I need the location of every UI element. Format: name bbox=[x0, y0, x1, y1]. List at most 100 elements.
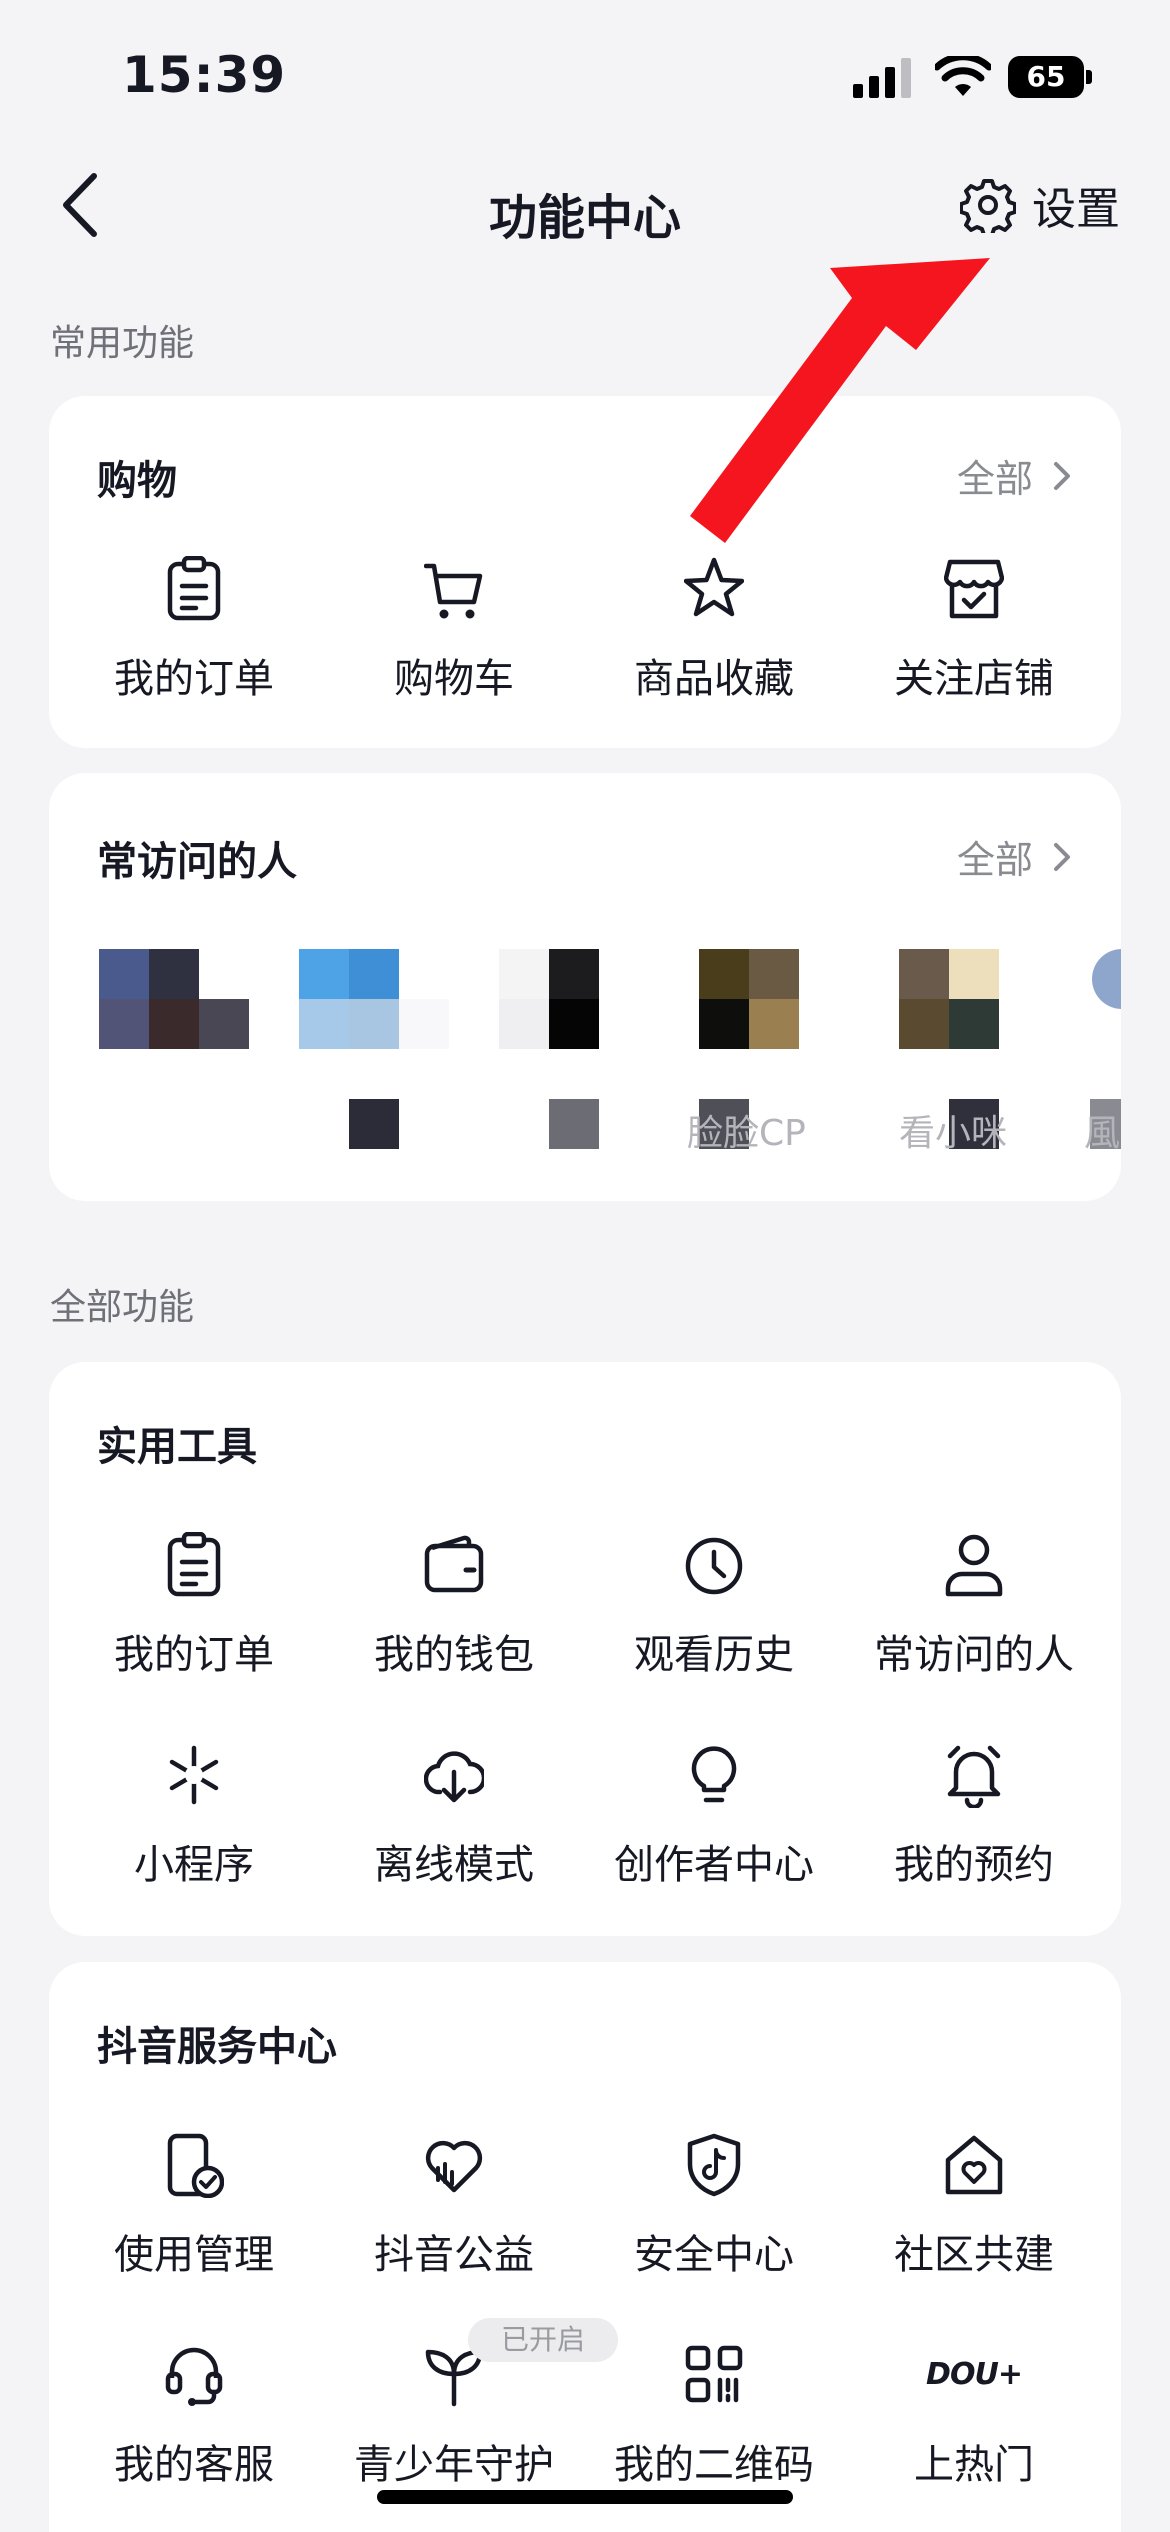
store-check-icon bbox=[944, 559, 1004, 619]
tool-label: 观看历史 bbox=[634, 1632, 794, 1678]
avatar-pixel bbox=[949, 949, 999, 999]
wallet-icon bbox=[424, 1535, 484, 1593]
avatar-pixel bbox=[349, 999, 399, 1049]
chevron-right-icon bbox=[1054, 842, 1070, 871]
avatar-pixel bbox=[549, 999, 599, 1049]
frequent-contact[interactable] bbox=[99, 949, 249, 1109]
mini-program-icon bbox=[169, 1745, 219, 1805]
tool-wallet[interactable]: 我的钱包 bbox=[324, 1532, 584, 1702]
charity-heart-icon bbox=[425, 2140, 483, 2193]
avatar-pixel bbox=[749, 999, 799, 1049]
headset-icon bbox=[165, 2347, 223, 2406]
tool-label: 离线模式 bbox=[374, 1842, 534, 1888]
avatar-pixel bbox=[499, 999, 549, 1049]
tools-card-title: 实用工具 bbox=[97, 1424, 257, 1470]
frequent-contact[interactable]: 看小咪 bbox=[899, 949, 1049, 1169]
service-label: 我的二维码 bbox=[614, 2442, 814, 2488]
shopping-item-label: 关注店铺 bbox=[894, 656, 1054, 702]
shopping-item-orders[interactable]: 我的订单 bbox=[64, 556, 324, 726]
tool-mini-program[interactable]: 小程序 bbox=[64, 1742, 324, 1912]
service-label: 青少年守护 bbox=[354, 2442, 554, 2488]
contact-name: 風 bbox=[1084, 1113, 1121, 1154]
qr-code-icon bbox=[685, 2345, 743, 2403]
battery-level: 65 bbox=[1008, 56, 1084, 98]
lightbulb-icon bbox=[691, 1746, 737, 1803]
common-section-label: 常用功能 bbox=[50, 323, 195, 364]
tool-creator-center[interactable]: 创作者中心 bbox=[584, 1742, 844, 1912]
tool-orders[interactable]: 我的订单 bbox=[64, 1532, 324, 1702]
tools-card: 实用工具 我的订单 我的钱包 观看历史 常访问的人 小程序 离线模式 创作者中心… bbox=[49, 1362, 1121, 1936]
frequent-contact[interactable]: 脸脸CP bbox=[687, 949, 849, 1169]
avatar-pixel bbox=[499, 949, 549, 999]
frequent-contact[interactable] bbox=[299, 949, 449, 1169]
battery-tip bbox=[1086, 70, 1092, 84]
service-usage-management[interactable]: 使用管理 bbox=[64, 2132, 324, 2302]
service-community[interactable]: 社区共建 bbox=[844, 2132, 1104, 2302]
service-label: 安全中心 bbox=[634, 2232, 794, 2278]
shopping-item-label: 我的订单 bbox=[114, 656, 274, 702]
cellular-signal-icon bbox=[853, 58, 911, 98]
frequent-card-title: 常访问的人 bbox=[97, 839, 297, 885]
chevron-right-icon bbox=[1054, 461, 1070, 490]
avatar-pixel bbox=[149, 949, 199, 999]
avatar-pixel bbox=[99, 999, 149, 1049]
avatar-pixel bbox=[99, 949, 149, 999]
youth-protection-status-badge: 已开启 bbox=[468, 2318, 618, 2362]
service-label: 社区共建 bbox=[894, 2232, 1054, 2278]
order-list-icon bbox=[167, 1532, 221, 1597]
shopping-item-label: 商品收藏 bbox=[634, 656, 794, 702]
frequent-contact[interactable]: 風 bbox=[1084, 949, 1121, 1169]
service-label: 上热门 bbox=[914, 2442, 1034, 2488]
avatar-pixel bbox=[899, 999, 949, 1049]
service-youth-protection[interactable]: 青少年守护 bbox=[324, 2342, 584, 2512]
contact-name: 脸脸CP bbox=[687, 1113, 806, 1154]
tool-label: 我的预约 bbox=[894, 1842, 1054, 1888]
settings-label: 设置 bbox=[1032, 184, 1120, 235]
tool-frequent-visitors[interactable]: 常访问的人 bbox=[844, 1532, 1104, 1702]
tool-label: 常访问的人 bbox=[874, 1632, 1074, 1678]
service-charity[interactable]: 抖音公益 bbox=[324, 2132, 584, 2302]
service-security-center[interactable]: 安全中心 bbox=[584, 2132, 844, 2302]
cloud-download-icon bbox=[424, 1751, 484, 1803]
avatar-pixel bbox=[749, 949, 799, 999]
service-card-title: 抖音服务中心 bbox=[97, 2024, 337, 2070]
tool-label: 小程序 bbox=[134, 1842, 254, 1888]
dou-plus-icon: DOU+ bbox=[926, 2357, 1023, 2392]
name-pixel bbox=[549, 1099, 599, 1149]
shopping-card-title: 购物 bbox=[97, 458, 177, 504]
shield-tiktok-icon bbox=[687, 2133, 741, 2197]
avatar-pixel bbox=[399, 999, 449, 1049]
shopping-item-favorites[interactable]: 商品收藏 bbox=[584, 556, 844, 726]
service-customer-support[interactable]: 我的客服 bbox=[64, 2342, 324, 2512]
avatar-pixel bbox=[699, 949, 749, 999]
shopping-item-stores[interactable]: 关注店铺 bbox=[844, 556, 1104, 726]
shopping-item-label: 购物车 bbox=[394, 656, 514, 702]
avatar-pixel bbox=[549, 949, 599, 999]
service-label: 使用管理 bbox=[114, 2232, 274, 2278]
status-bar: 15:39 65 bbox=[0, 0, 1170, 150]
service-label: 我的客服 bbox=[114, 2442, 274, 2488]
annotation-arrow bbox=[690, 258, 990, 543]
service-dou-plus[interactable]: DOU+ 上热门 bbox=[844, 2342, 1104, 2512]
frequent-contact[interactable] bbox=[499, 949, 649, 1169]
avatar-pixel bbox=[949, 999, 999, 1049]
phone-check-icon bbox=[167, 2133, 224, 2198]
tool-reservations[interactable]: 我的预约 bbox=[844, 1742, 1104, 1912]
tool-offline-mode[interactable]: 离线模式 bbox=[324, 1742, 584, 1912]
contact-name: 看小咪 bbox=[899, 1113, 1008, 1154]
frequent-more-link[interactable]: 全部 bbox=[957, 829, 1077, 884]
service-qr-code[interactable]: 我的二维码 bbox=[584, 2342, 844, 2512]
alarm-bell-icon bbox=[947, 1745, 1001, 1808]
home-heart-icon bbox=[945, 2135, 1003, 2195]
star-icon bbox=[684, 557, 744, 617]
shopping-item-cart[interactable]: 购物车 bbox=[324, 556, 584, 726]
avatar-pixel bbox=[199, 999, 249, 1049]
frequent-more-label: 全部 bbox=[956, 838, 1033, 882]
tool-history[interactable]: 观看历史 bbox=[584, 1532, 844, 1702]
avatar-pixel bbox=[299, 999, 349, 1049]
wifi-icon bbox=[935, 56, 991, 96]
tool-label: 我的钱包 bbox=[374, 1632, 534, 1678]
avatar-pixel bbox=[899, 949, 949, 999]
clock-icon bbox=[685, 1537, 743, 1595]
person-icon bbox=[945, 1534, 1003, 1597]
